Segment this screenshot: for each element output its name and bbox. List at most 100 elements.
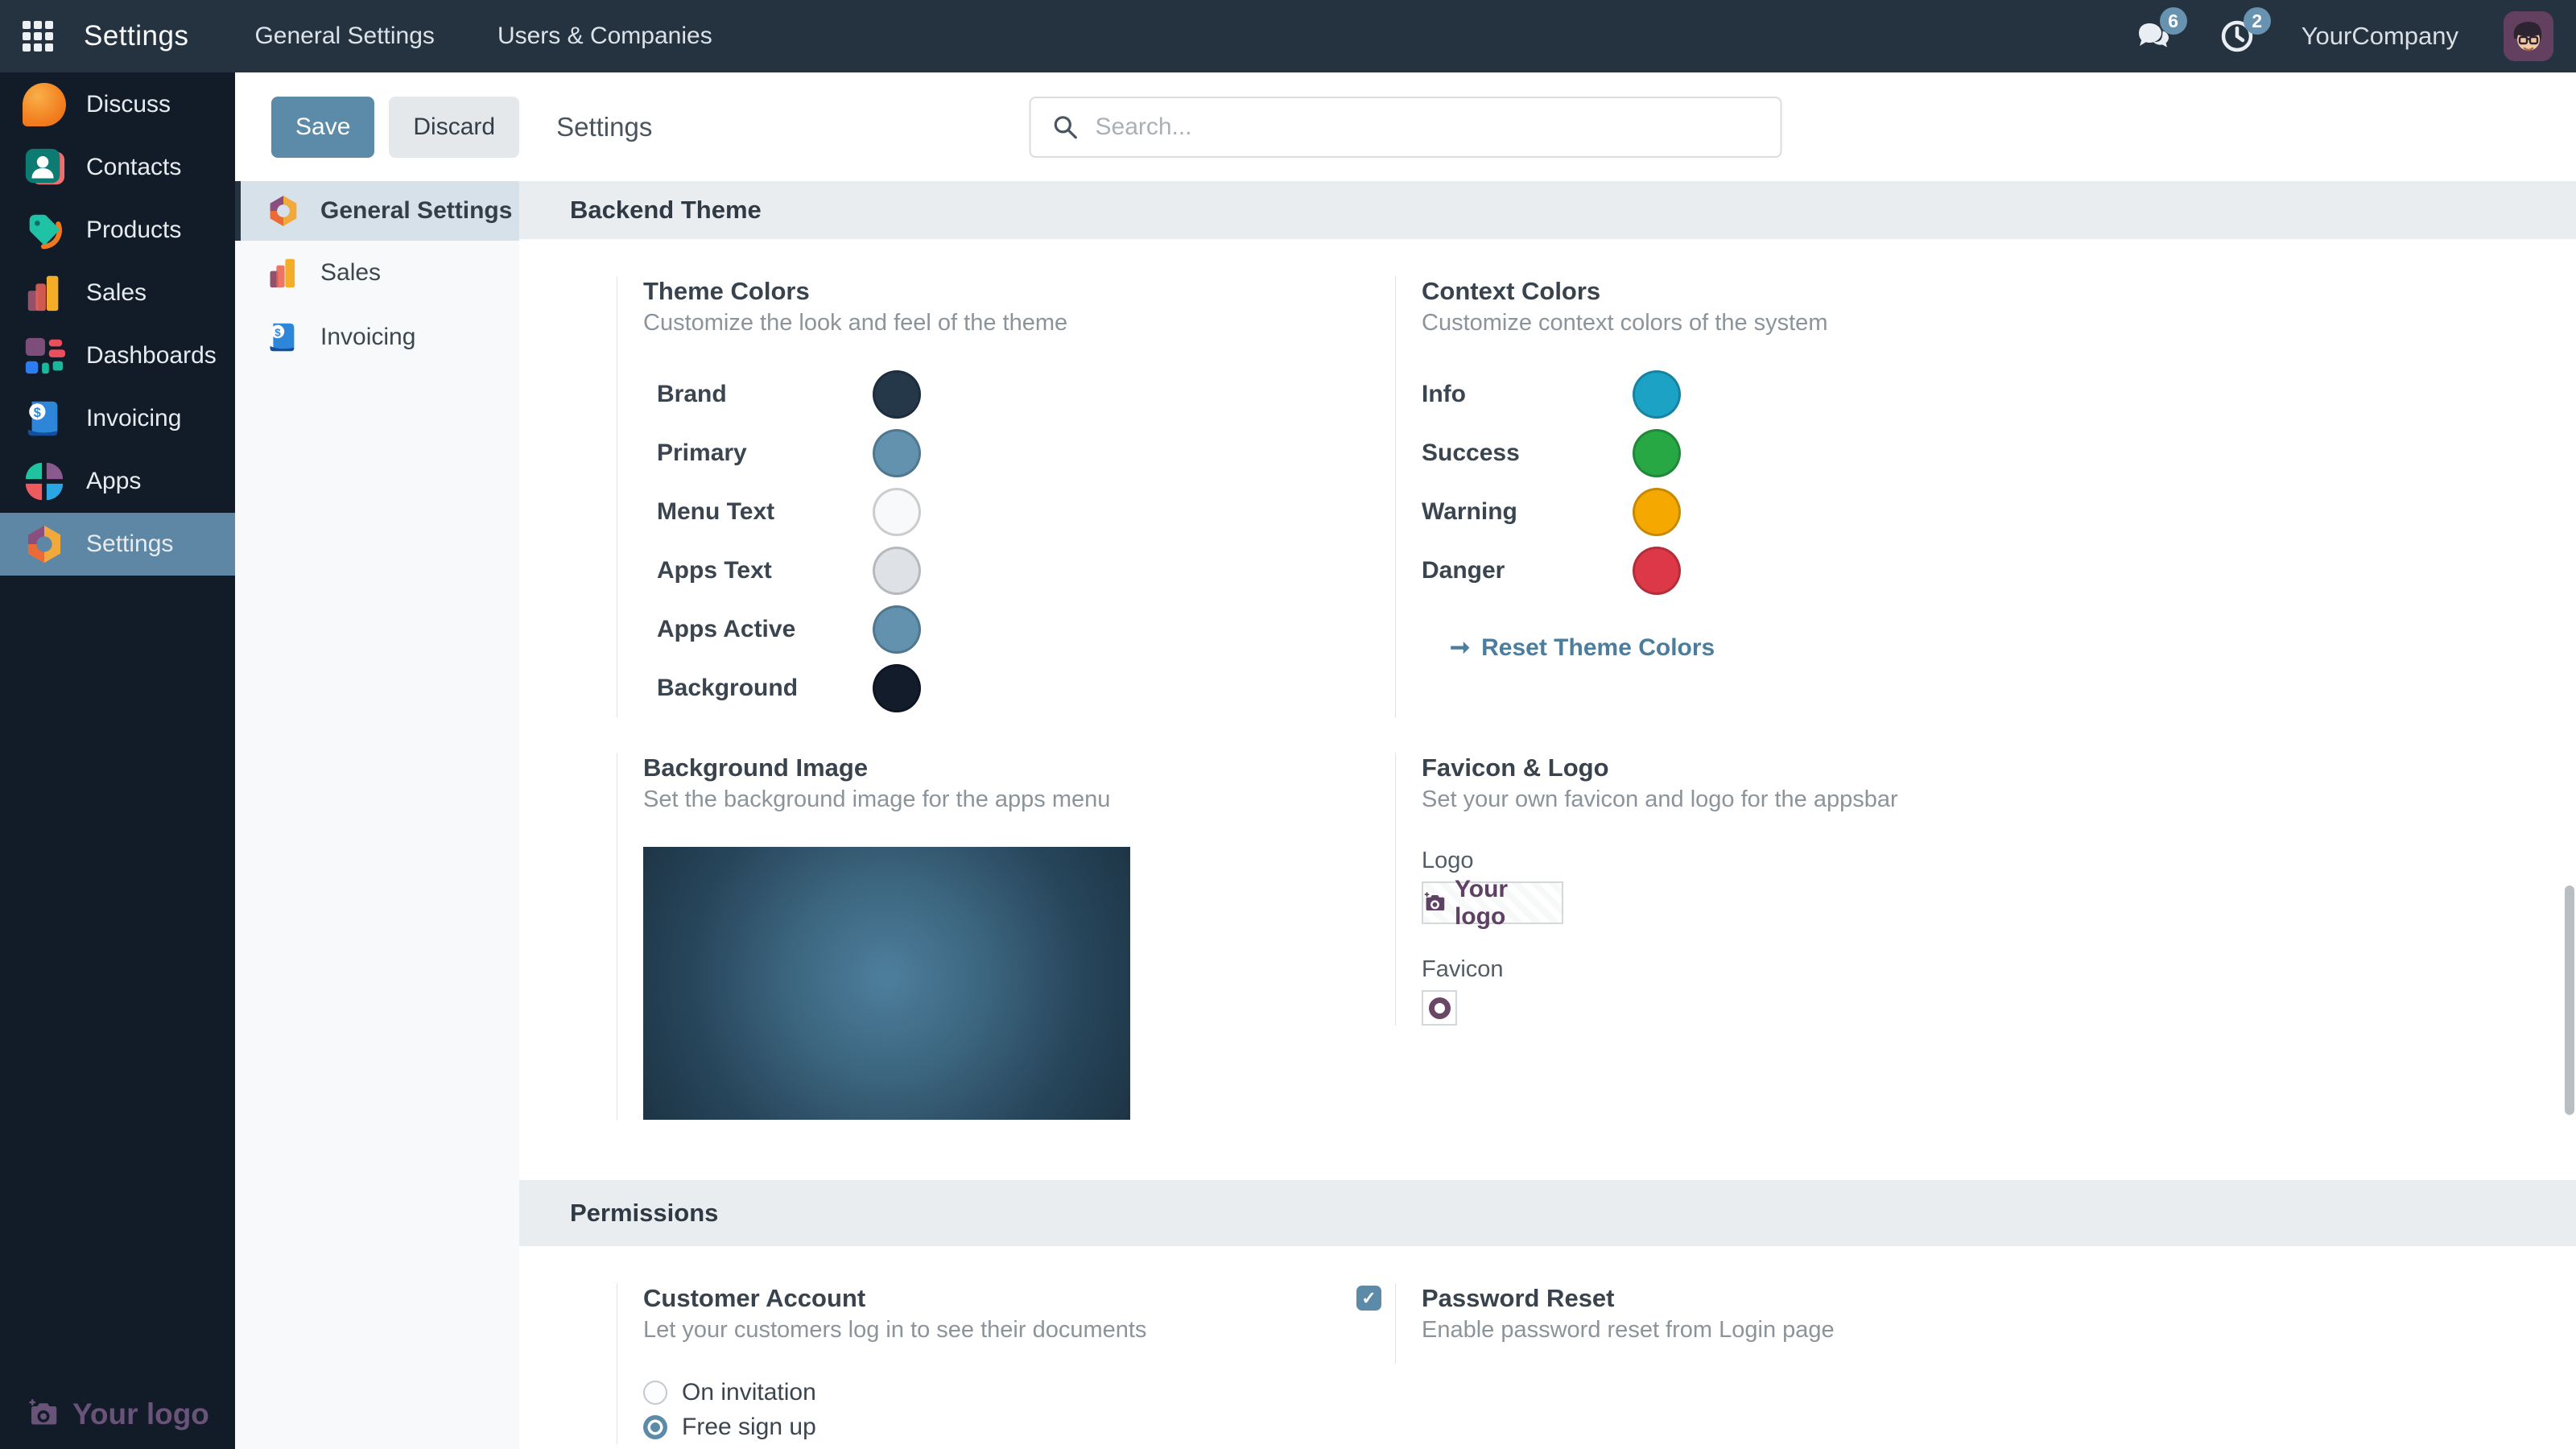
brand-color-swatch[interactable] <box>873 370 921 419</box>
company-name[interactable]: YourCompany <box>2301 22 2458 51</box>
odoo-settings-window: Settings General Settings Users & Compan… <box>0 0 2576 1449</box>
background-image-title: Background Image <box>643 753 1130 783</box>
radio-on-invitation[interactable]: On invitation <box>643 1375 1146 1410</box>
warning-color-swatch[interactable] <box>1633 488 1681 536</box>
apps-text-color-swatch[interactable] <box>873 547 921 595</box>
context-color-row-success: Success <box>1422 423 1827 482</box>
sidebar-item-apps[interactable]: Apps <box>0 450 235 513</box>
sidebar-item-sales[interactable]: Sales <box>0 262 235 324</box>
camera-icon <box>1423 891 1447 915</box>
context-color-row-warning: Warning <box>1422 482 1827 541</box>
apps-active-color-swatch[interactable] <box>873 605 921 654</box>
info-color-swatch[interactable] <box>1633 370 1681 419</box>
activities-badge: 2 <box>2244 7 2271 35</box>
background-image-subtitle: Set the background image for the apps me… <box>643 783 1130 815</box>
settings-icon <box>23 522 66 566</box>
dashboards-icon <box>23 334 66 378</box>
upload-logo-button[interactable]: Your logo <box>1422 881 1563 924</box>
activities-button[interactable]: 2 <box>2218 17 2256 56</box>
contacts-icon <box>23 146 66 189</box>
background-color-swatch[interactable] <box>873 664 921 712</box>
app-sidebar: Discuss Contacts Products <box>0 72 235 1449</box>
password-reset-subtitle: Enable password reset from Login page <box>1422 1314 1835 1346</box>
radio-button[interactable] <box>643 1381 667 1405</box>
permissions-section: Customer Account Let your customers log … <box>519 1246 2576 1444</box>
customer-account-title: Customer Account <box>643 1283 1146 1314</box>
reset-theme-colors-link[interactable]: ➞ Reset Theme Colors <box>1450 634 1827 662</box>
context-colors-title: Context Colors <box>1422 276 1827 307</box>
theme-color-row-apps-text: Apps Text <box>643 541 1067 600</box>
nav-item-general-settings[interactable]: General Settings <box>235 181 519 241</box>
nav-item-label: Invoicing <box>320 324 415 351</box>
invoicing-icon: $ <box>23 397 66 440</box>
customer-account-options: On invitation Free sign up <box>643 1375 1146 1444</box>
breadcrumb: Settings <box>556 112 652 142</box>
password-reset-box: ✓ Password Reset Enable password reset f… <box>1395 1283 1835 1364</box>
arrow-right-icon: ➞ <box>1450 634 1470 662</box>
invoicing-nav-icon: $ <box>266 320 301 355</box>
messages-badge: 6 <box>2160 7 2187 35</box>
nav-item-label: Sales <box>320 259 381 287</box>
search-box[interactable] <box>1030 97 1782 158</box>
sidebar-item-invoicing[interactable]: $ Invoicing <box>0 387 235 450</box>
customer-account-subtitle: Let your customers log in to see their d… <box>643 1314 1146 1346</box>
nav-item-label: General Settings <box>320 197 512 225</box>
background-image-box: Background Image Set the background imag… <box>617 753 1130 1120</box>
sidebar-item-products[interactable]: Products <box>0 199 235 262</box>
sidebar-item-discuss[interactable]: Discuss <box>0 73 235 136</box>
app-title: Settings <box>84 20 188 52</box>
apps-icon <box>23 460 66 503</box>
favicon-preview[interactable] <box>1422 990 1457 1026</box>
radio-free-sign-up[interactable]: Free sign up <box>643 1410 1146 1444</box>
section-header-permissions: Permissions <box>519 1180 2576 1246</box>
context-colors-box: Context Colors Customize context colors … <box>1395 276 1827 717</box>
save-button[interactable]: Save <box>271 97 374 158</box>
vertical-scrollbar-thumb[interactable] <box>2565 886 2574 1115</box>
favicon-ring-icon <box>1429 997 1451 1019</box>
customer-account-box: Customer Account Let your customers log … <box>617 1283 1146 1444</box>
logo-button-text: Your logo <box>1455 876 1562 931</box>
favicon-logo-title: Favicon & Logo <box>1422 753 1898 783</box>
messages-button[interactable]: 6 <box>2134 17 2173 56</box>
sales-nav-icon <box>266 255 301 291</box>
sidebar-company-logo: Your logo <box>27 1397 209 1431</box>
success-color-swatch[interactable] <box>1633 429 1681 477</box>
theme-colors-subtitle: Customize the look and feel of the theme <box>643 307 1067 339</box>
user-avatar[interactable] <box>2504 11 2553 61</box>
sidebar-item-contacts[interactable]: Contacts <box>0 136 235 199</box>
menu-general-settings[interactable]: General Settings <box>254 23 434 50</box>
sidebar-logo-text: Your logo <box>72 1397 209 1431</box>
favicon-logo-box: Favicon & Logo Set your own favicon and … <box>1395 753 1898 1026</box>
apps-grid-icon[interactable] <box>23 21 53 52</box>
nav-item-invoicing[interactable]: $ Invoicing <box>235 305 519 369</box>
theme-color-row-menu-text: Menu Text <box>643 482 1067 541</box>
background-image-preview[interactable] <box>643 847 1130 1120</box>
svg-text:$: $ <box>275 326 281 338</box>
nav-item-sales[interactable]: Sales <box>235 241 519 305</box>
control-bar: Save Discard Settings <box>235 72 2576 181</box>
context-color-row-danger: Danger <box>1422 541 1827 600</box>
theme-color-row-primary: Primary <box>643 423 1067 482</box>
theme-color-row-brand: Brand <box>643 365 1067 423</box>
favicon-field-label: Favicon <box>1422 953 1898 985</box>
general-settings-icon <box>266 193 301 229</box>
theme-colors-title: Theme Colors <box>643 276 1067 307</box>
backend-theme-section: Theme Colors Customize the look and feel… <box>519 239 2576 1120</box>
search-icon <box>1052 114 1080 141</box>
sidebar-item-dashboards[interactable]: Dashboards <box>0 324 235 387</box>
discuss-icon <box>23 83 66 126</box>
menu-text-color-swatch[interactable] <box>873 488 921 536</box>
search-input[interactable] <box>1096 114 1760 141</box>
sidebar-item-settings[interactable]: Settings <box>0 513 235 576</box>
sales-icon <box>23 271 66 315</box>
discard-button[interactable]: Discard <box>389 97 519 158</box>
avatar-image <box>2504 11 2553 61</box>
menu-users-companies[interactable]: Users & Companies <box>497 23 712 50</box>
primary-color-swatch[interactable] <box>873 429 921 477</box>
danger-color-swatch[interactable] <box>1633 547 1681 595</box>
password-reset-checkbox[interactable]: ✓ <box>1356 1286 1381 1311</box>
radio-button[interactable] <box>643 1415 667 1439</box>
password-reset-title: Password Reset <box>1422 1283 1835 1314</box>
topbar: Settings General Settings Users & Compan… <box>0 0 2576 72</box>
camera-icon <box>27 1398 60 1430</box>
